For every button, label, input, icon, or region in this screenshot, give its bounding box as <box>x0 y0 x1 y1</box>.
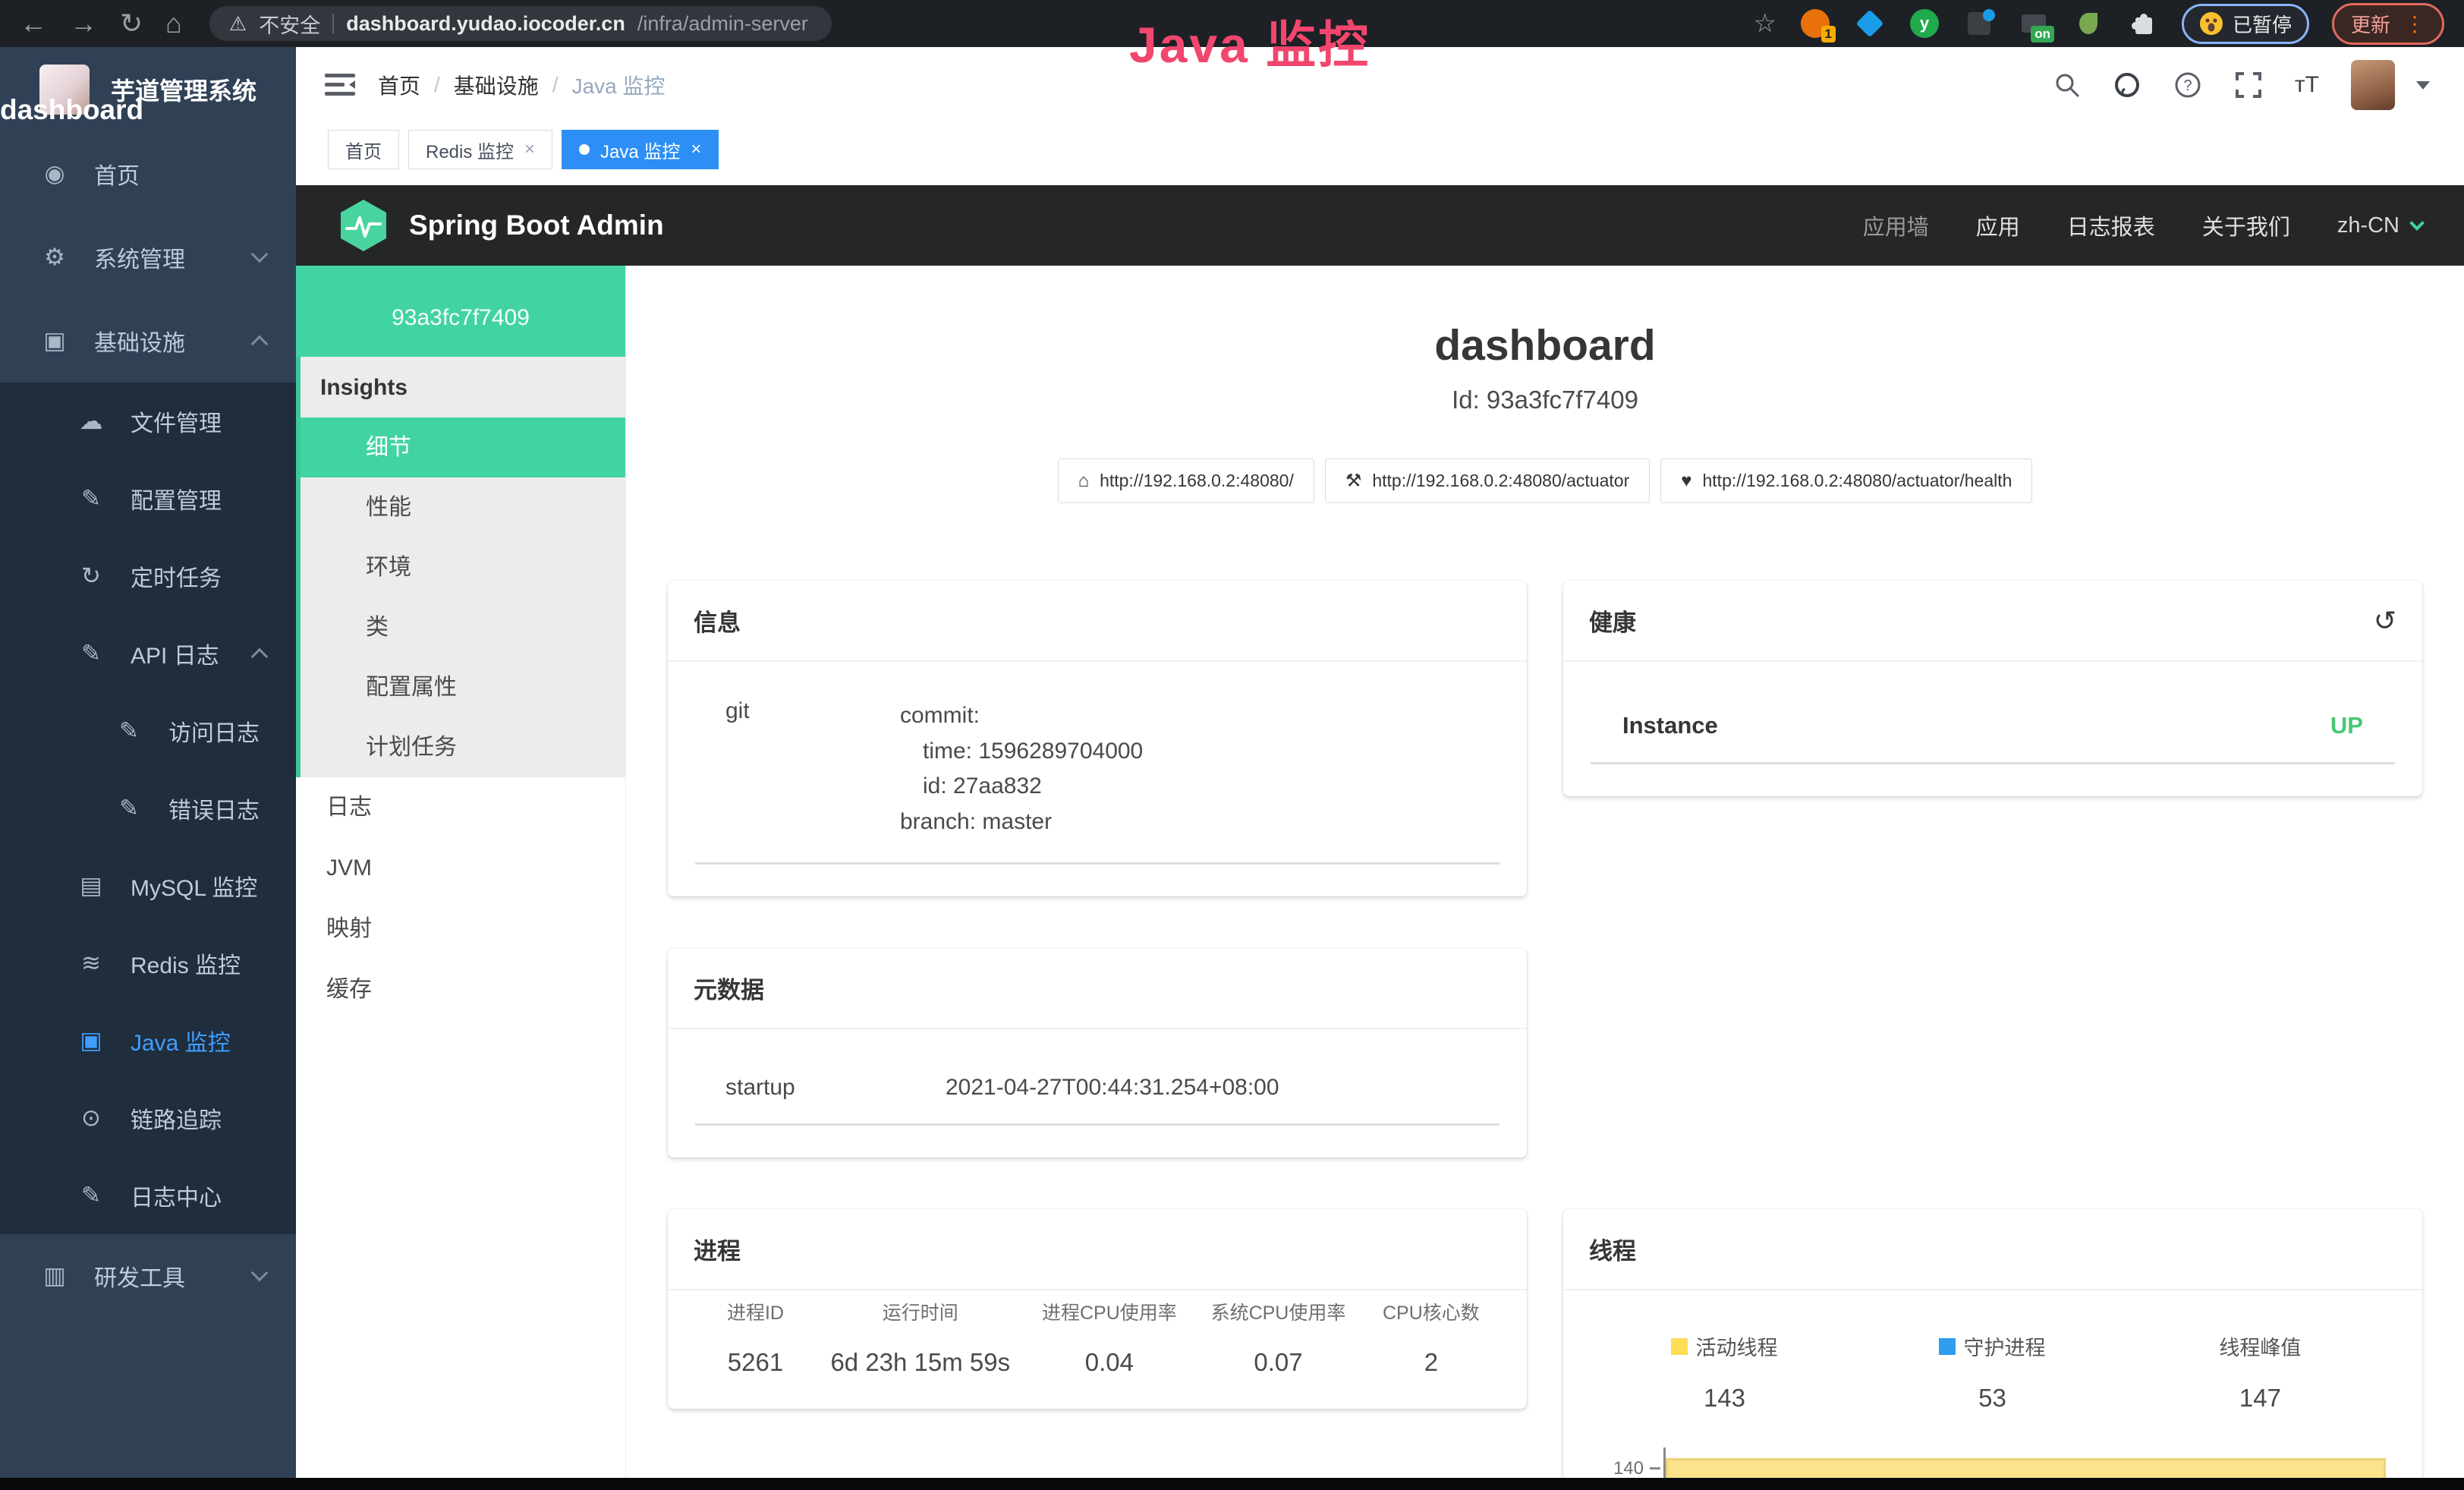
profile-paused-chip[interactable]: 已暂停 <box>2182 4 2309 44</box>
y-tick-140: 140 <box>1591 1458 1644 1479</box>
instance-sidebar: dashboard 93a3fc7f7409 Insights 细节 性能 环境… <box>296 266 626 1490</box>
back-icon[interactable]: ← <box>20 10 47 37</box>
svg-text:?: ? <box>2183 77 2192 94</box>
home-icon[interactable]: ⌂ <box>165 10 182 37</box>
update-button[interactable]: 更新 ⋮ <box>2332 3 2444 45</box>
instance-id: 93a3fc7f7409 <box>304 305 618 331</box>
kebab-menu-icon[interactable]: ⋮ <box>2404 11 2425 36</box>
address-bar[interactable]: ⚠ 不安全 dashboard.yudao.iocoder.cn /infra/… <box>209 6 832 41</box>
sba-content: dashboard 93a3fc7f7409 Insights 细节 性能 环境… <box>296 266 2464 1490</box>
extension-badge: 1 <box>1821 26 1836 43</box>
y-tickmark <box>1650 1467 1660 1470</box>
extension-leaf-icon[interactable] <box>2072 8 2104 39</box>
extensions-puzzle-icon[interactable] <box>2127 8 2159 39</box>
right-column: 首页 / 基础设施 / Java 监控 <box>296 47 2464 1490</box>
instance-header: dashboard 93a3fc7f7409 <box>296 266 625 357</box>
browser-toolbar-right: ☆ 1 y on <box>1753 3 2444 45</box>
forward-icon[interactable]: → <box>70 10 97 37</box>
update-label: 更新 <box>2351 10 2390 38</box>
screen: ← → ↻ ⌂ ⚠ 不安全 dashboard.yudao.iocoder.cn… <box>0 0 2464 1490</box>
extension-grid-icon[interactable] <box>1963 8 1995 39</box>
extension-on-badge: on <box>2031 26 2054 43</box>
extension-orange-icon[interactable]: 1 <box>1799 8 1831 39</box>
insecure-warning-icon: ⚠ <box>229 12 247 36</box>
app-window: 芋道管理系统 ◉ 首页 ⚙ 系统管理 ▣ 基础设施 ☁ 文件管理 <box>0 47 2464 1490</box>
paused-label: 已暂停 <box>2233 10 2292 38</box>
emoji-face-icon <box>2199 11 2223 36</box>
extension-green-y-icon[interactable]: y <box>1909 8 1940 39</box>
extension-on-icon[interactable]: on <box>2018 8 2050 39</box>
url-host: dashboard.yudao.iocoder.cn <box>346 12 625 36</box>
avatar-caret-icon[interactable] <box>2416 81 2430 90</box>
extension-blue-pin-icon[interactable] <box>1854 8 1886 39</box>
url-divider <box>332 14 334 33</box>
instance-name: dashboard <box>0 94 2464 1490</box>
url-path: /infra/admin-server <box>637 12 808 36</box>
bookmark-star-icon[interactable]: ☆ <box>1753 8 1776 39</box>
reload-icon[interactable]: ↻ <box>120 10 143 37</box>
annotation-java-monitor: Java 监控 <box>1129 5 1370 77</box>
insecure-label: 不安全 <box>259 9 320 39</box>
screen-bottom-edge <box>0 1478 2464 1490</box>
